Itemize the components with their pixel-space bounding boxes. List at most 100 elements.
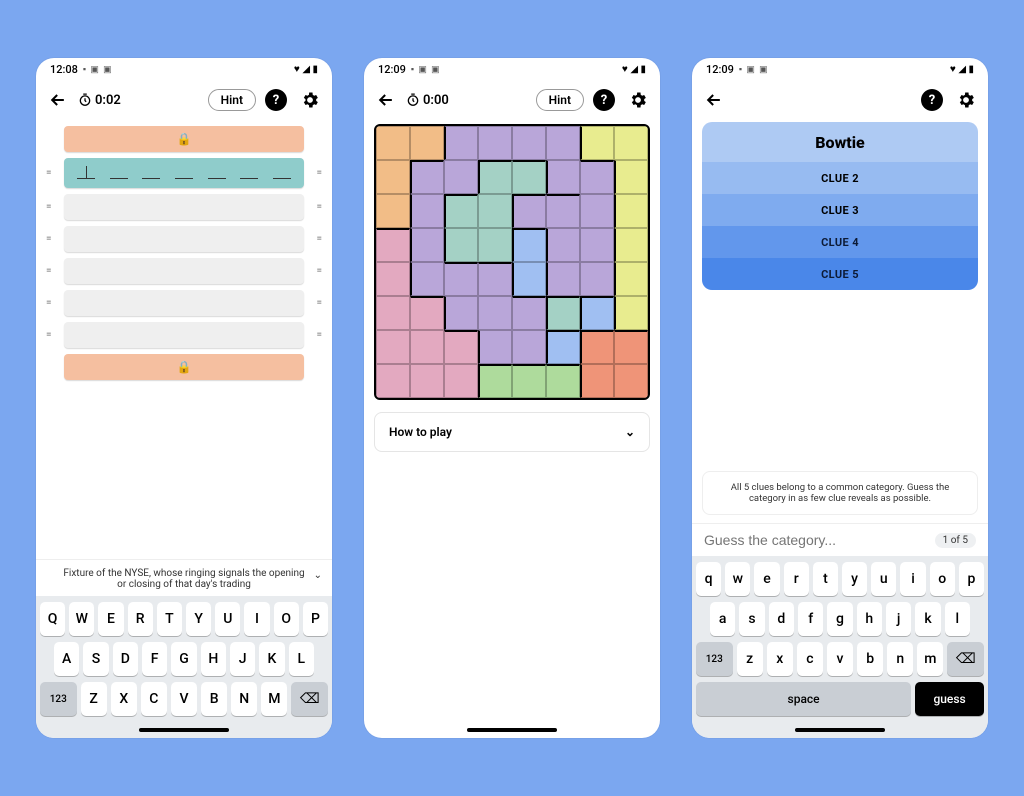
- grid-cell[interactable]: [478, 262, 512, 296]
- key-j[interactable]: J: [230, 642, 255, 676]
- key-numbers[interactable]: 123: [40, 682, 77, 716]
- help-button[interactable]: ?: [918, 86, 946, 114]
- grid-cell[interactable]: [546, 296, 580, 330]
- key-a[interactable]: a: [710, 602, 735, 636]
- clue-hidden[interactable]: CLUE 3: [702, 194, 978, 226]
- grid-cell[interactable]: [376, 160, 410, 194]
- key-y[interactable]: Y: [186, 602, 211, 636]
- key-h[interactable]: H: [201, 642, 226, 676]
- key-k[interactable]: K: [259, 642, 284, 676]
- hint-button[interactable]: Hint: [536, 89, 584, 111]
- grid-cell[interactable]: [512, 364, 546, 398]
- grid-cell[interactable]: [410, 160, 444, 194]
- grid-cell[interactable]: [478, 364, 512, 398]
- key-g[interactable]: G: [171, 642, 196, 676]
- key-f[interactable]: f: [798, 602, 823, 636]
- key-p[interactable]: p: [959, 562, 984, 596]
- drag-handle-icon[interactable]: =: [317, 168, 323, 179]
- key-u[interactable]: U: [215, 602, 240, 636]
- grid-cell[interactable]: [444, 364, 478, 398]
- grid-cell[interactable]: [512, 126, 546, 160]
- grid-cell[interactable]: [410, 364, 444, 398]
- drag-handle-icon[interactable]: =: [46, 168, 52, 179]
- grid-cell[interactable]: [444, 262, 478, 296]
- grid-cell[interactable]: [546, 262, 580, 296]
- settings-button[interactable]: [952, 86, 980, 114]
- grid-cell[interactable]: [614, 160, 648, 194]
- grid-cell[interactable]: [478, 194, 512, 228]
- word-row[interactable]: ==: [46, 158, 322, 188]
- word-row[interactable]: ==: [46, 290, 322, 316]
- key-m[interactable]: M: [261, 682, 287, 716]
- grid-cell[interactable]: [478, 330, 512, 364]
- grid-cell[interactable]: [410, 296, 444, 330]
- grid-cell[interactable]: [512, 194, 546, 228]
- grid-cell[interactable]: [580, 160, 614, 194]
- key-backspace[interactable]: ⌫: [947, 642, 984, 676]
- grid-cell[interactable]: [546, 126, 580, 160]
- key-s[interactable]: s: [739, 602, 764, 636]
- key-h[interactable]: h: [857, 602, 882, 636]
- clue-hidden[interactable]: CLUE 4: [702, 226, 978, 258]
- key-e[interactable]: e: [754, 562, 779, 596]
- key-z[interactable]: z: [737, 642, 763, 676]
- grid-cell[interactable]: [614, 194, 648, 228]
- key-numbers[interactable]: 123: [696, 642, 733, 676]
- word-row[interactable]: ==: [46, 194, 322, 220]
- key-o[interactable]: o: [930, 562, 955, 596]
- grid-cell[interactable]: [376, 296, 410, 330]
- grid-cell[interactable]: [410, 262, 444, 296]
- key-t[interactable]: t: [813, 562, 838, 596]
- grid-cell[interactable]: [512, 262, 546, 296]
- key-y[interactable]: y: [842, 562, 867, 596]
- grid-cell[interactable]: [580, 330, 614, 364]
- grid-cell[interactable]: [376, 330, 410, 364]
- grid-cell[interactable]: [512, 160, 546, 194]
- back-button[interactable]: [700, 86, 728, 114]
- drag-handle-icon[interactable]: =: [46, 202, 52, 213]
- drag-handle-icon[interactable]: =: [317, 202, 323, 213]
- grid-cell[interactable]: [444, 160, 478, 194]
- grid-cell[interactable]: [614, 228, 648, 262]
- key-z[interactable]: Z: [81, 682, 107, 716]
- grid-cell[interactable]: [512, 296, 546, 330]
- clue-hidden[interactable]: CLUE 5: [702, 258, 978, 290]
- grid-cell[interactable]: [512, 330, 546, 364]
- drag-handle-icon[interactable]: =: [46, 330, 52, 341]
- key-v[interactable]: v: [827, 642, 853, 676]
- grid-cell[interactable]: [478, 160, 512, 194]
- grid-cell[interactable]: [580, 296, 614, 330]
- grid-cell[interactable]: [376, 364, 410, 398]
- grid-cell[interactable]: [478, 126, 512, 160]
- key-s[interactable]: S: [83, 642, 108, 676]
- key-d[interactable]: d: [769, 602, 794, 636]
- grid-cell[interactable]: [614, 330, 648, 364]
- key-space[interactable]: space: [696, 682, 911, 716]
- grid-cell[interactable]: [580, 126, 614, 160]
- key-i[interactable]: I: [244, 602, 269, 636]
- drag-handle-icon[interactable]: =: [317, 266, 323, 277]
- key-v[interactable]: V: [171, 682, 197, 716]
- key-f[interactable]: F: [142, 642, 167, 676]
- grid-cell[interactable]: [444, 194, 478, 228]
- settings-button[interactable]: [624, 86, 652, 114]
- key-a[interactable]: A: [54, 642, 79, 676]
- drag-handle-icon[interactable]: =: [317, 330, 323, 341]
- drag-handle-icon[interactable]: =: [317, 298, 323, 309]
- hint-button[interactable]: Hint: [208, 89, 256, 111]
- grid-cell[interactable]: [580, 262, 614, 296]
- help-button[interactable]: ?: [590, 86, 618, 114]
- key-l[interactable]: l: [945, 602, 970, 636]
- key-o[interactable]: O: [274, 602, 299, 636]
- grid-cell[interactable]: [410, 228, 444, 262]
- key-x[interactable]: x: [767, 642, 793, 676]
- grid-cell[interactable]: [546, 194, 580, 228]
- clue-revealed[interactable]: Bowtie: [702, 122, 978, 162]
- chevron-down-icon[interactable]: ⌄: [314, 570, 322, 581]
- clue-hidden[interactable]: CLUE 2: [702, 162, 978, 194]
- back-button[interactable]: [44, 86, 72, 114]
- drag-handle-icon[interactable]: =: [46, 234, 52, 245]
- word-row[interactable]: ==: [46, 258, 322, 284]
- puzzle-grid[interactable]: [374, 124, 650, 400]
- grid-cell[interactable]: [478, 228, 512, 262]
